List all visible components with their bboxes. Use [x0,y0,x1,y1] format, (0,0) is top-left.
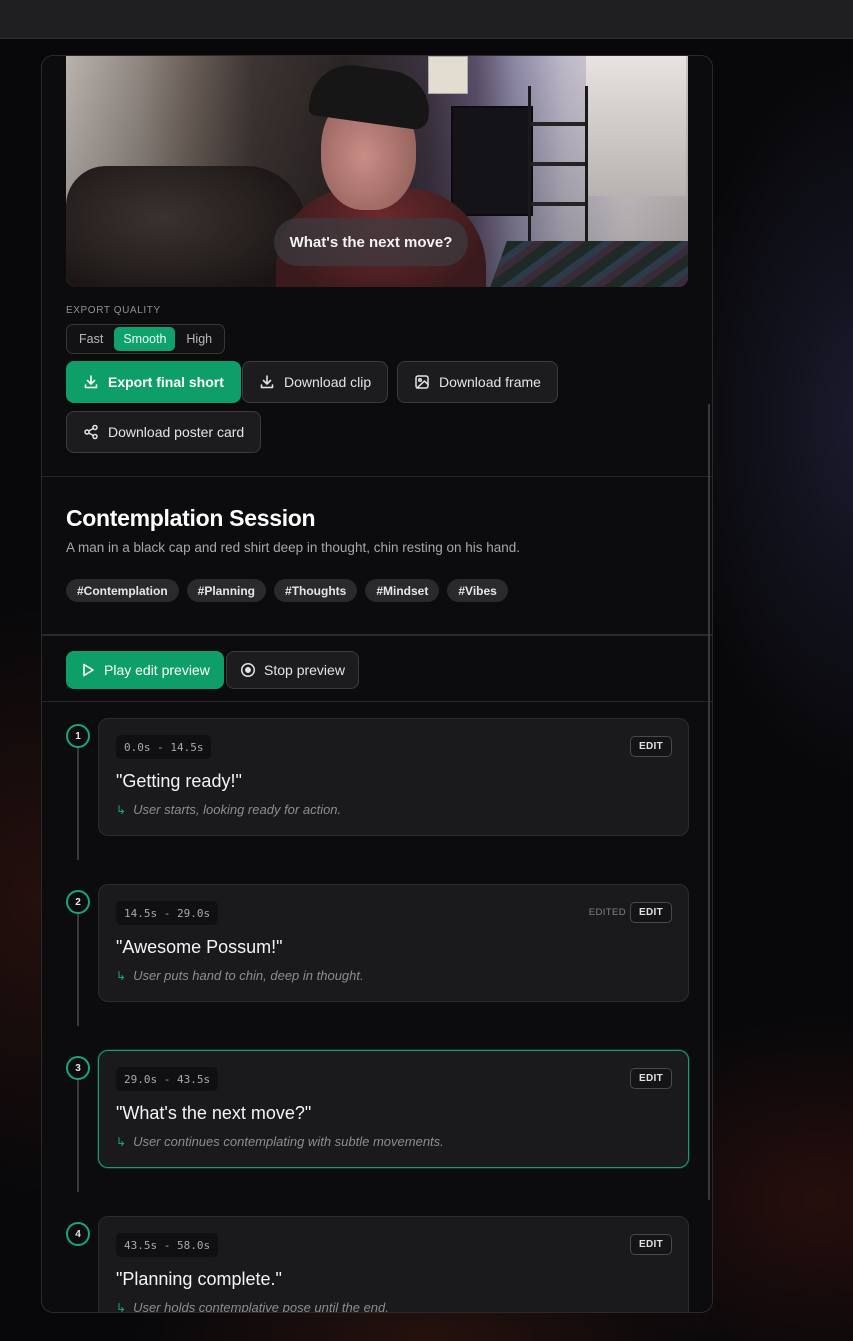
segment-number-badge: 1 [66,724,90,748]
video-scene-window [586,56,686,196]
tag-chip[interactable]: #Thoughts [274,579,358,602]
return-arrow-icon: ↳ [116,1134,127,1149]
timeline-connector [77,748,79,860]
export-quality-label: EXPORT QUALITY [66,305,161,316]
video-scene-shelf [528,86,588,246]
segment-time-range: 43.5s - 58.0s [116,1233,219,1257]
segment-time-range: 0.0s - 14.5s [116,735,212,759]
return-arrow-icon: ↳ [116,802,127,817]
download-frame-label: Download frame [439,374,541,390]
quality-selector: Fast Smooth High [66,324,226,354]
export-final-short-label: Export final short [108,374,224,390]
edit-button[interactable]: EDIT [630,736,672,757]
quality-option-smooth[interactable]: Smooth [114,327,176,351]
tag-chip[interactable]: #Mindset [365,579,440,602]
export-final-short-button[interactable]: Export final short [66,361,241,403]
video-scene-rug [485,241,688,287]
tag-chip[interactable]: #Planning [186,579,267,602]
segment-note-text: User holds contemplative pose until the … [133,1300,389,1313]
return-arrow-icon: ↳ [116,1300,127,1313]
segment-caption: "Planning complete." [116,1269,282,1289]
edit-button[interactable]: EDIT [630,1234,672,1255]
download-poster-card-button[interactable]: Download poster card [66,411,262,453]
segment-number-badge: 2 [66,890,90,914]
download-icon [260,375,274,389]
tag-chip[interactable]: #Contemplation [66,579,179,602]
play-edit-preview-label: Play edit preview [104,662,210,678]
play-icon [83,663,94,677]
stop-preview-label: Stop preview [264,662,345,678]
segment-card[interactable]: 0.0s - 14.5s EDIT "Getting ready!" ↳ Use… [98,718,689,836]
segment-note-text: User starts, looking ready for action. [133,802,342,817]
stop-circle-icon [240,662,256,678]
edit-button[interactable]: EDIT [630,1068,672,1089]
segment-note: ↳ User puts hand to chin, deep in though… [116,968,364,983]
download-clip-label: Download clip [284,374,372,390]
segment-card[interactable]: 14.5s - 29.0s EDITED EDIT "Awesome Possu… [98,884,689,1002]
segment-note: ↳ User continues contemplating with subt… [116,1134,444,1149]
segment-note-text: User continues contemplating with subtle… [133,1134,444,1149]
segment-caption: "What's the next move?" [116,1103,312,1123]
segment-note: ↳ User starts, looking ready for action. [116,802,341,817]
timeline-connector [77,1080,79,1192]
caption-overlay: What's the next move? [274,218,468,266]
segment-caption: "Awesome Possum!" [116,937,283,957]
play-edit-preview-button[interactable]: Play edit preview [66,651,224,689]
segment-note-text: User puts hand to chin, deep in thought. [133,968,364,983]
return-arrow-icon: ↳ [116,968,127,983]
segment-caption: "Getting ready!" [116,771,242,791]
section-divider [42,476,712,477]
project-title: Contemplation Session [66,505,316,531]
download-icon [84,375,98,389]
segment-note: ↳ User holds contemplative pose until th… [116,1300,389,1313]
segment-card-active[interactable]: 29.0s - 43.5s EDIT "What's the next move… [98,1050,689,1168]
edited-indicator: EDITED [588,907,626,918]
edit-button[interactable]: EDIT [630,902,672,923]
download-poster-card-label: Download poster card [108,424,245,440]
tag-list: #Contemplation #Planning #Thoughts #Mind… [66,579,508,602]
editor-panel: What's the next move? EXPORT QUALITY Fas… [41,55,713,1313]
top-bar [0,0,853,39]
section-divider [42,634,712,636]
download-frame-button[interactable]: Download frame [397,361,558,403]
segment-number-badge: 4 [66,1222,90,1246]
scrollbar[interactable] [708,404,710,1200]
tag-chip[interactable]: #Vibes [447,579,508,602]
timeline-connector [77,914,79,1026]
video-scene-couch [66,166,306,287]
quality-option-fast[interactable]: Fast [70,327,112,351]
segment-number-badge: 3 [66,1056,90,1080]
download-clip-button[interactable]: Download clip [242,361,389,403]
segment-time-range: 14.5s - 29.0s [116,901,219,925]
segment-time-range: 29.0s - 43.5s [116,1067,219,1091]
quality-option-high[interactable]: High [177,327,221,351]
share-icon [84,424,98,440]
segment-card[interactable]: 43.5s - 58.0s EDIT "Planning complete." … [98,1216,689,1313]
image-icon [415,375,429,389]
video-preview[interactable]: What's the next move? [66,56,688,287]
project-description: A man in a black cap and red shirt deep … [66,540,521,555]
section-divider [42,701,712,702]
stop-preview-button[interactable]: Stop preview [226,651,359,689]
